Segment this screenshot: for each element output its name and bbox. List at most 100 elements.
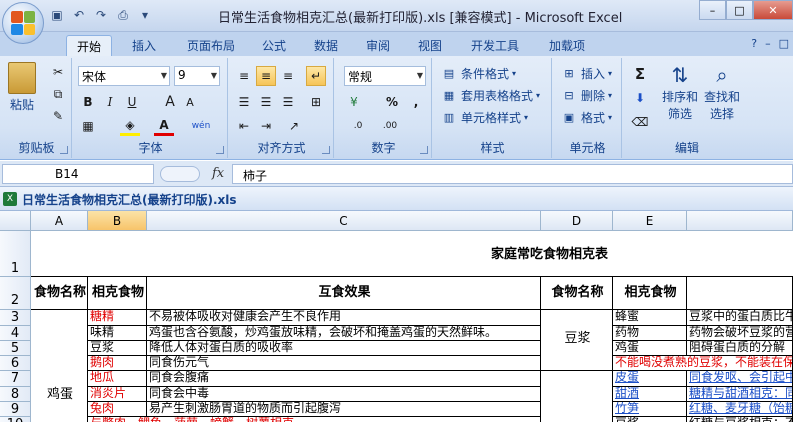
effect-cell[interactable]: 同食会中毒 (147, 387, 541, 402)
group-name-egg[interactable]: 鸡蛋 (31, 310, 88, 422)
close-button[interactable]: ✕ (753, 0, 793, 20)
number-launcher-icon[interactable] (420, 146, 428, 154)
effect-cell[interactable]: 易产生刺激肠胃道的物质而引起腹泻 (147, 402, 541, 417)
row-header[interactable]: 8 (0, 387, 31, 402)
header-effect[interactable]: 互食效果 (147, 277, 541, 310)
percent-button[interactable]: % (382, 92, 402, 112)
find-select-button[interactable]: ⌕ 查找和 选择 (704, 62, 740, 122)
conflict-food-cell[interactable]: 消炎片 (88, 387, 147, 402)
row-header[interactable]: 10 (0, 417, 31, 422)
tab-data[interactable]: 数据 (306, 35, 346, 56)
autosum-button[interactable]: Σ (630, 64, 650, 84)
align-right-icon[interactable]: ☰ (278, 92, 298, 112)
grow-font-button[interactable]: A (160, 92, 180, 112)
font-name-combo[interactable]: 宋体 ▼ (78, 66, 170, 86)
effect-cell-2[interactable]: 红糖、麦牙糖（饴糖 (687, 402, 793, 417)
tab-formulas[interactable]: 公式 (254, 35, 294, 56)
effect-cell-2[interactable]: 阻碍蛋白质的分解 (687, 341, 793, 356)
tab-view[interactable]: 视图 (410, 35, 450, 56)
conflict-food-cell-2[interactable]: 药物 (613, 326, 687, 341)
number-format-combo[interactable]: 常规 ▼ (344, 66, 426, 86)
conflict-food-cell-2[interactable]: 皮蛋 (613, 371, 687, 387)
font-color-button[interactable]: A (154, 116, 174, 136)
wrap-text-icon[interactable]: ↵ (306, 66, 326, 86)
align-left-icon[interactable]: ☰ (234, 92, 254, 112)
underline-button[interactable]: U (122, 92, 142, 112)
qat-customize-icon[interactable]: ▾ (136, 6, 154, 24)
fill-icon[interactable]: ⬇ (630, 88, 650, 108)
borders-icon[interactable]: ▦ (78, 116, 98, 136)
sort-filter-button[interactable]: ⇅ 排序和 筛选 (662, 62, 698, 122)
phonetic-button[interactable]: wén (186, 116, 216, 136)
font-size-combo[interactable]: 9 ▼ (174, 66, 220, 86)
clear-icon[interactable]: ⌫ (630, 112, 650, 132)
effect-cell[interactable]: 鸡蛋也含谷氨酸，炒鸡蛋放味精，会破坏和掩盖鸡蛋的天然鲜味。 (147, 326, 541, 341)
conflict-food-cell[interactable]: 地瓜 (88, 371, 147, 387)
effect-cell[interactable]: 同食伤元气 (147, 356, 541, 371)
conflict-food-cell-2[interactable]: 鸡蛋 (613, 341, 687, 356)
column-header[interactable]: B (88, 211, 147, 231)
italic-button[interactable]: I (100, 92, 120, 112)
header-food-name-2[interactable]: 食物名称 (541, 277, 613, 310)
header-conflict-food[interactable]: 相克食物 (88, 277, 147, 310)
column-header[interactable]: E (613, 211, 687, 231)
redo-icon[interactable]: ↷ (92, 6, 110, 24)
title-row[interactable]: 家庭常吃食物相克表 (31, 231, 793, 277)
currency-icon[interactable]: ¥ (344, 92, 364, 112)
tab-home[interactable]: 开始 (66, 35, 112, 56)
align-middle-icon[interactable]: ≡ (256, 66, 276, 86)
conflict-food-cell-2[interactable]: 竹笋 (613, 402, 687, 417)
effect-cell[interactable]: 不易被体吸收对健康会产生不良作用 (147, 310, 541, 326)
select-all-corner[interactable] (0, 211, 31, 231)
row-header[interactable]: 9 (0, 402, 31, 417)
format-painter-icon[interactable]: ✎ (48, 106, 68, 126)
conditional-format-button[interactable]: ▤ 条件格式 ▾ (440, 64, 516, 82)
tab-developer[interactable]: 开发工具 (462, 35, 528, 56)
align-center-icon[interactable]: ☰ (256, 92, 276, 112)
ribbon-restore-icon[interactable]: □ (779, 37, 789, 50)
header-conflict-food-2[interactable]: 相克食物 (613, 277, 687, 310)
paste-button[interactable]: 粘贴 (8, 62, 36, 113)
header-effect-2[interactable] (687, 277, 793, 310)
orientation-icon[interactable]: ↗ (284, 116, 304, 136)
increase-decimal-button[interactable]: .0 (344, 116, 372, 136)
tab-page-layout[interactable]: 页面布局 (178, 35, 244, 56)
row-header[interactable]: 6 (0, 356, 31, 371)
row-header[interactable]: 4 (0, 326, 31, 341)
column-header[interactable]: D (541, 211, 613, 231)
row-header[interactable]: 1 (0, 231, 31, 277)
conflict-food-cell-2[interactable]: 豆浆 (613, 417, 687, 422)
undo-icon[interactable]: ↶ (70, 6, 88, 24)
row-header[interactable]: 7 (0, 371, 31, 387)
tab-insert[interactable]: 插入 (122, 35, 166, 56)
cut-icon[interactable]: ✂ (48, 62, 68, 82)
tab-review[interactable]: 审阅 (358, 35, 398, 56)
name-box[interactable]: B14 (2, 164, 154, 184)
insert-function-icon[interactable]: fx (212, 166, 224, 181)
copy-icon[interactable]: ⧉ (48, 84, 68, 104)
effect-cell-2[interactable]: 药物会破坏豆浆的营 (687, 326, 793, 341)
effect-cell[interactable]: 降低人体对蛋白质的吸收率 (147, 341, 541, 356)
formula-expand-icon[interactable] (160, 166, 200, 182)
effect-cell-2[interactable]: 豆浆中的蛋白质比牛 (687, 310, 793, 326)
conflict-food-cell[interactable]: 味精 (88, 326, 147, 341)
fill-color-icon[interactable]: ◈ (120, 116, 140, 136)
insert-cells-button[interactable]: ⊞ 插入 ▾ (560, 64, 612, 82)
help-icon[interactable]: ? (751, 37, 757, 50)
decrease-decimal-button[interactable]: .00 (376, 116, 404, 136)
save-icon[interactable]: ▣ (48, 6, 66, 24)
alignment-launcher-icon[interactable] (322, 146, 330, 154)
conflict-food-cell[interactable]: 鹅肉 (88, 356, 147, 371)
row-header[interactable]: 2 (0, 277, 31, 310)
row-header[interactable]: 5 (0, 341, 31, 356)
conflict-food-cell-2[interactable]: 蜂蜜 (613, 310, 687, 326)
effect-cell-2[interactable]: 红糖与豆浆相克：不 (687, 417, 793, 422)
header-food-name[interactable]: 食物名称 (31, 277, 88, 310)
effect-cell-2[interactable]: 同食发呕、会引起中 (687, 371, 793, 387)
comma-button[interactable]: , (406, 92, 426, 112)
group-name-soymilk[interactable]: 豆浆 (541, 310, 613, 371)
increase-indent-icon[interactable]: ⇥ (256, 116, 276, 136)
decrease-indent-icon[interactable]: ⇤ (234, 116, 254, 136)
conflict-food-cell[interactable]: 豆浆 (88, 341, 147, 356)
format-as-table-button[interactable]: ▦ 套用表格格式 ▾ (440, 86, 540, 104)
